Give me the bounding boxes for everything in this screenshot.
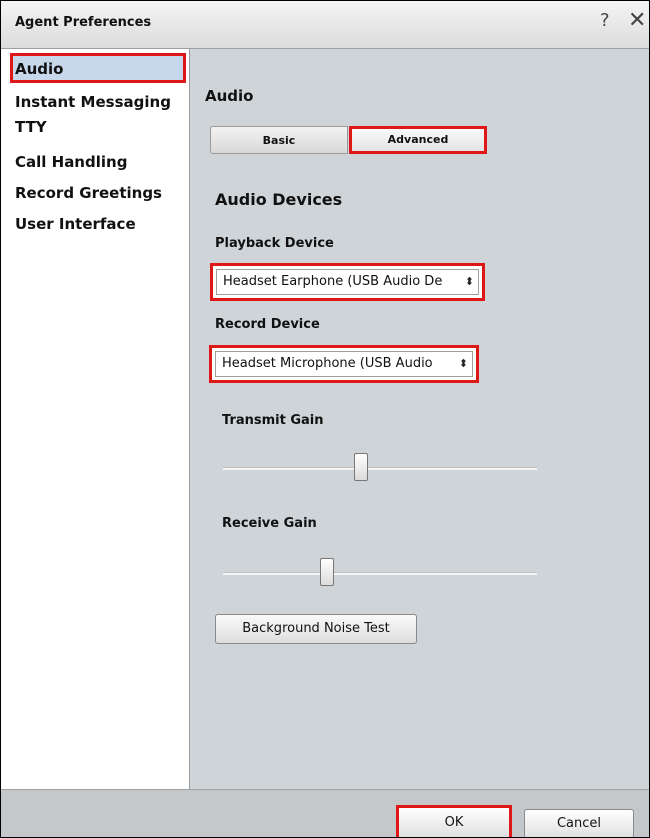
audio-settings-panel: Audio Basic Advanced Audio Devices Playb…	[190, 49, 649, 789]
transmit-gain-slider[interactable]	[223, 453, 537, 483]
sidebar-item-record-greetings[interactable]: Record Greetings	[11, 180, 162, 206]
preferences-sidebar: Audio Instant Messaging TTY Call Handlin…	[1, 49, 190, 789]
slider-track	[223, 572, 537, 575]
cancel-button[interactable]: Cancel	[524, 809, 634, 837]
close-icon[interactable]: ✕	[628, 8, 646, 33]
dialog-title: Agent Preferences	[15, 15, 152, 30]
record-device-highlight: Headset Microphone (USB Audio ⬍	[209, 345, 479, 383]
tab-basic[interactable]: Basic	[210, 126, 348, 154]
receive-gain-slider[interactable]	[223, 558, 537, 588]
select-arrows-icon: ⬍	[458, 357, 468, 370]
select-arrows-icon: ⬍	[464, 275, 474, 288]
transmit-gain-thumb[interactable]	[354, 453, 368, 481]
playback-device-value: Headset Earphone (USB Audio De	[223, 274, 443, 289]
sidebar-item-instant-messaging[interactable]: Instant Messaging	[11, 89, 171, 115]
record-device-select[interactable]: Headset Microphone (USB Audio ⬍	[215, 351, 473, 377]
title-bar: Agent Preferences ? ✕	[1, 1, 649, 49]
audio-devices-heading: Audio Devices	[215, 190, 343, 209]
record-device-label: Record Device	[215, 317, 320, 332]
agent-preferences-dialog: Agent Preferences ? ✕ Audio Instant Mess…	[0, 0, 650, 838]
ok-button[interactable]: OK	[396, 805, 512, 837]
playback-device-highlight: Headset Earphone (USB Audio De ⬍	[210, 263, 485, 301]
sidebar-item-tty[interactable]: TTY	[11, 114, 47, 140]
sidebar-item-call-handling[interactable]: Call Handling	[11, 149, 127, 175]
dialog-footer: OK Cancel	[1, 789, 649, 837]
record-device-value: Headset Microphone (USB Audio	[222, 356, 433, 371]
help-icon[interactable]: ?	[600, 10, 610, 31]
background-noise-test-button[interactable]: Background Noise Test	[215, 614, 417, 644]
transmit-gain-label: Transmit Gain	[222, 413, 324, 428]
playback-device-select[interactable]: Headset Earphone (USB Audio De ⬍	[216, 269, 479, 295]
tab-advanced[interactable]: Advanced	[349, 126, 487, 154]
receive-gain-thumb[interactable]	[320, 558, 334, 586]
section-title: Audio	[205, 87, 254, 105]
receive-gain-label: Receive Gain	[222, 516, 317, 531]
sidebar-item-audio[interactable]: Audio	[10, 53, 186, 83]
slider-track	[223, 467, 537, 470]
playback-device-label: Playback Device	[215, 236, 334, 251]
sidebar-item-user-interface[interactable]: User Interface	[11, 211, 136, 237]
